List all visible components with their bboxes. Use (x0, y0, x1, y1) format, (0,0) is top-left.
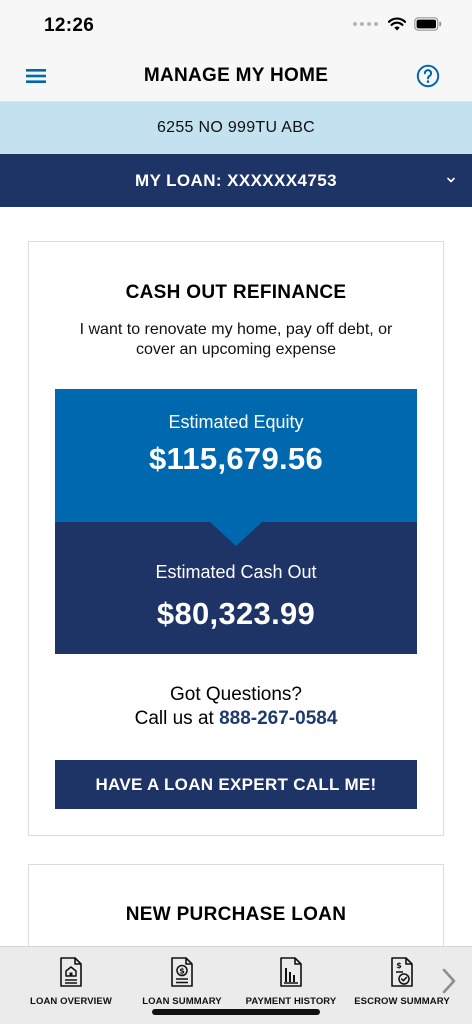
dollar-document-icon: $ (171, 957, 193, 987)
chevron-down-icon (447, 177, 455, 183)
card-title: NEW PURCHASE LOAN (125, 904, 347, 925)
card-description: I want to renovate my home, pay off debt… (79, 321, 393, 358)
chart-document-icon (280, 957, 302, 987)
loan-expert-call-button[interactable]: HAVE A LOAN EXPERT CALL ME! (55, 760, 417, 809)
status-icons (353, 17, 442, 31)
svg-text:$: $ (179, 967, 185, 976)
tab-label: PAYMENT HISTORY (245, 996, 337, 1007)
status-bar: 12:26 (0, 0, 472, 50)
loan-selector-label: MY LOAN: XXXXXX4753 (135, 171, 337, 190)
questions-heading: Got Questions? (169, 684, 303, 705)
wifi-icon (388, 17, 406, 31)
tab-label: LOAN SUMMARY (142, 996, 222, 1007)
estimated-cash-out-value: $80,323.99 (156, 596, 316, 631)
chevron-right-icon[interactable] (440, 967, 458, 995)
estimated-cash-out-label: Estimated Cash Out (155, 562, 317, 582)
loan-selector[interactable]: MY LOAN: XXXXXX4753 (0, 154, 472, 207)
cash-out-refinance-card: CASH OUT REFINANCE I want to renovate my… (28, 241, 444, 836)
estimated-cash-out-panel: Estimated Cash Out $80,323.99 (55, 522, 417, 654)
tab-loan-summary[interactable]: $ LOAN SUMMARY (124, 956, 240, 1007)
help-button[interactable] (416, 64, 440, 88)
tab-loan-overview[interactable]: LOAN OVERVIEW (13, 956, 129, 1007)
phone-link[interactable]: 888-267-0584 (219, 708, 337, 729)
tab-label: LOAN OVERVIEW (30, 996, 112, 1007)
signal-icon (353, 22, 378, 26)
home-document-icon (60, 957, 82, 987)
call-us-prefix: Call us at (134, 708, 220, 729)
estimated-equity-value: $115,679.56 (149, 441, 323, 476)
panel-notch (210, 522, 262, 546)
svg-text:$: $ (396, 961, 402, 970)
tab-label: ESCROW SUMMARY (354, 996, 450, 1007)
escrow-document-icon: $ (391, 957, 413, 987)
tab-payment-history[interactable]: PAYMENT HISTORY (233, 956, 349, 1007)
estimated-equity-panel: Estimated Equity $115,679.56 (55, 389, 417, 522)
app-header: MANAGE MY HOME (0, 50, 472, 102)
question-circle-icon (416, 64, 440, 88)
estimated-equity-label: Estimated Equity (168, 412, 304, 432)
battery-icon (414, 17, 442, 31)
home-indicator (152, 1009, 320, 1015)
card-title: CASH OUT REFINANCE (125, 282, 347, 303)
page-title: MANAGE MY HOME (143, 65, 329, 86)
property-address: 6255 NO 999TU ABC (0, 102, 472, 154)
status-time: 12:26 (44, 15, 95, 36)
call-us-line: Call us at 888-267-0584 (29, 707, 443, 731)
contact-info: Got Questions? Call us at 888-267-0584 (29, 683, 443, 731)
